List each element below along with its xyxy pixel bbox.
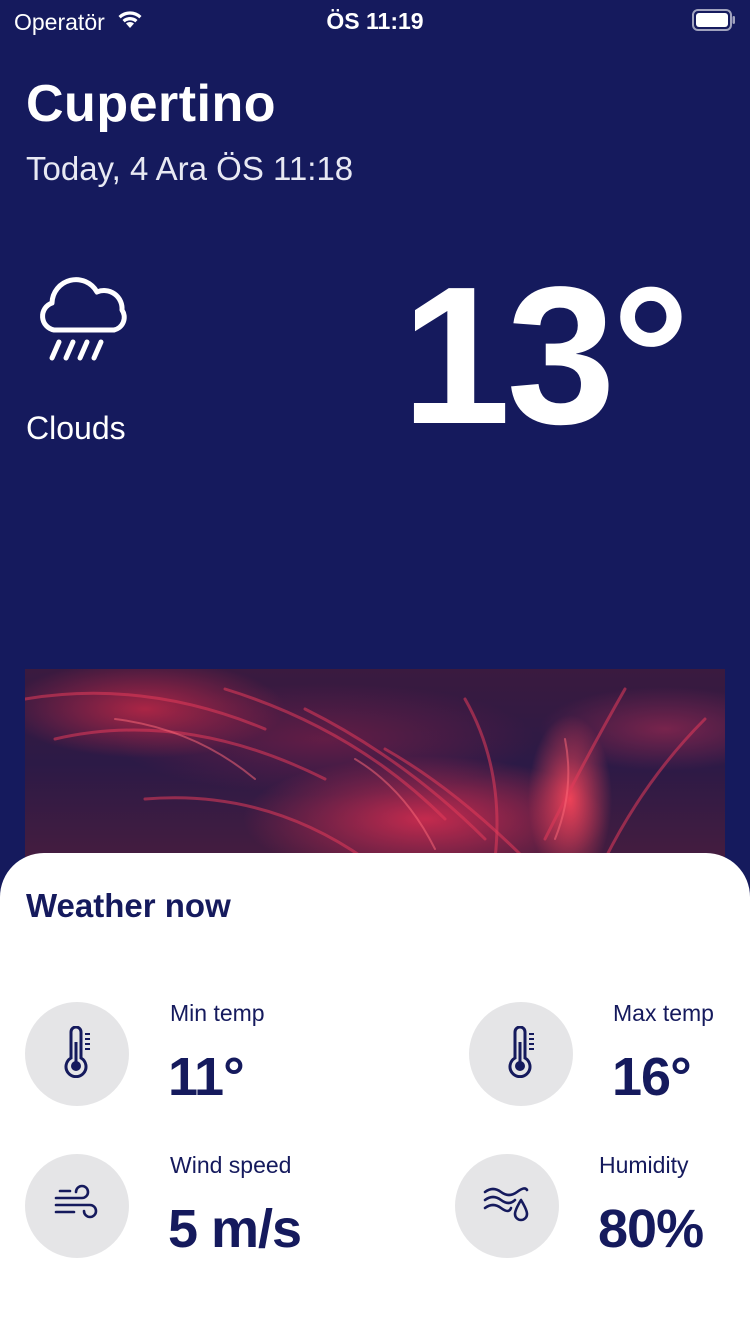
humidity-label: Humidity (599, 1152, 689, 1178)
max-temp-value: 16° (612, 1047, 692, 1107)
cloud-rain-icon (32, 270, 132, 370)
city-name: Cupertino (26, 75, 277, 133)
min-temp-value: 11° (168, 1047, 245, 1107)
min-temp-icon-circle (25, 1002, 129, 1106)
humidity-icon (481, 1182, 533, 1231)
current-temperature: 13° (401, 246, 690, 465)
wind-speed-icon-circle (25, 1154, 129, 1258)
weather-details-sheet: Weather now Min temp 11° Max temp 16° Wi… (0, 853, 750, 1334)
min-temp-label: Min temp (170, 1000, 265, 1026)
thermometer-icon (501, 1025, 541, 1083)
wind-speed-label: Wind speed (170, 1152, 292, 1178)
battery-icon (692, 9, 736, 31)
humidity-value: 80% (598, 1199, 704, 1259)
thermometer-icon (57, 1025, 97, 1083)
sky-image (25, 669, 725, 879)
sheet-title: Weather now (26, 887, 231, 924)
wind-speed-value: 5 m/s (168, 1199, 302, 1259)
status-time: ÖS 11:19 (326, 8, 424, 34)
date-time: Today, 4 Ara ÖS 11:18 (26, 150, 354, 187)
weather-screen: Operatör ÖS 11:19 Cupertino Today, 4 Ara… (0, 0, 750, 1334)
humidity-icon-circle (455, 1154, 559, 1258)
max-temp-label: Max temp (613, 1000, 714, 1026)
max-temp-icon-circle (469, 1002, 573, 1106)
condition-label: Clouds (26, 410, 126, 446)
wind-icon (52, 1184, 102, 1229)
status-bar: Operatör ÖS 11:19 (0, 0, 750, 40)
